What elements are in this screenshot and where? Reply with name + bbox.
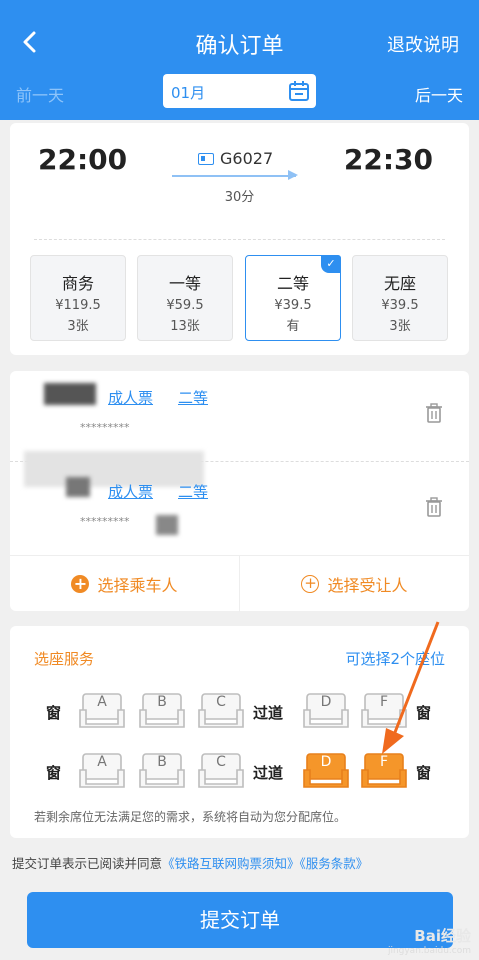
passenger-seat-class[interactable]: 二等 bbox=[178, 387, 208, 408]
watermark-url: jingyan.baidu.com bbox=[387, 946, 471, 956]
seat-row: 窗 A B C D F 过道 窗 bbox=[10, 690, 469, 734]
ticket-type-link[interactable]: 成人票 bbox=[108, 481, 153, 502]
seat-class-first[interactable]: 一等 ¥59.5 13张 bbox=[137, 255, 233, 341]
seat-hint: 若剩余席位无法满足您的需求，系统将自动为您分配席位。 bbox=[34, 810, 347, 824]
seat-letter: F bbox=[379, 694, 389, 710]
ticket-notice-link[interactable]: 《铁路互联网购票须知》 bbox=[162, 856, 300, 871]
route-arrow bbox=[172, 170, 298, 180]
select-passenger-button[interactable]: + 选择乘车人 bbox=[10, 556, 239, 612]
check-icon: ✓ bbox=[321, 255, 341, 273]
seat-selection-card: 选座服务 可选择2个座位 窗 A B C D F 过道窗窗 A B C D F 过道窗 若剩余席位无法满… bbox=[10, 626, 469, 838]
seat-c[interactable]: C bbox=[197, 690, 245, 730]
seat-class-count: 3张 bbox=[389, 319, 411, 334]
seat-f-selected[interactable]: F bbox=[360, 750, 408, 790]
seat-limit-text: 可选择2个座位 bbox=[345, 650, 445, 668]
seat-class-name: 商务 bbox=[61, 274, 94, 293]
departure-time: 22:00 bbox=[38, 143, 128, 176]
seat-c[interactable]: C bbox=[197, 750, 245, 790]
plus-icon: + bbox=[71, 575, 90, 593]
passenger-row: 成人票 二等 ********* bbox=[10, 371, 469, 461]
window-label: 窗 bbox=[46, 764, 62, 782]
seat-letter: C bbox=[216, 754, 226, 770]
trash-icon[interactable] bbox=[425, 403, 443, 423]
refund-rules-link[interactable]: 退改说明 bbox=[387, 31, 459, 57]
date-picker[interactable]: 01月 bbox=[163, 74, 316, 108]
select-beneficiary-label: 选择受让人 bbox=[327, 576, 408, 595]
seat-a[interactable]: A bbox=[78, 690, 126, 730]
duration: 30分 bbox=[224, 190, 255, 205]
seat-class-price: ¥119.5 bbox=[55, 298, 101, 313]
id-redacted bbox=[156, 515, 178, 535]
seat-class-price: ¥59.5 bbox=[166, 298, 204, 313]
seat-class-name: 无座 bbox=[383, 274, 416, 293]
seat-b[interactable]: B bbox=[138, 750, 186, 790]
seat-class-price: ¥39.5 bbox=[274, 298, 312, 313]
terms-link[interactable]: 《服务条款》 bbox=[300, 856, 369, 871]
divider bbox=[34, 239, 445, 240]
window-label: 窗 bbox=[46, 704, 62, 722]
aisle-label: 过道 bbox=[253, 704, 284, 722]
seat-letter: C bbox=[216, 694, 226, 710]
seat-class-second[interactable]: ✓ 二等 ¥39.5 有 bbox=[245, 255, 341, 341]
plus-circle-icon: + bbox=[301, 575, 320, 593]
seat-class-count: 3张 bbox=[67, 319, 89, 334]
select-beneficiary-button[interactable]: + 选择受让人 bbox=[240, 556, 469, 612]
seat-class-name: 二等 bbox=[276, 274, 309, 293]
select-passenger-label: 选择乘车人 bbox=[97, 576, 178, 595]
trash-icon[interactable] bbox=[425, 497, 443, 517]
passenger-card: 成人票 二等 ********* 成人票 二等 ********* + 选择乘车… bbox=[10, 371, 469, 612]
arrival-time: 22:30 bbox=[343, 143, 433, 176]
seat-letter: D bbox=[320, 694, 332, 710]
id-number: ********* bbox=[80, 421, 130, 434]
watermark-brand: Bai经验 bbox=[414, 927, 471, 945]
seat-letter: F bbox=[379, 754, 389, 770]
seat-d-selected[interactable]: D bbox=[302, 750, 350, 790]
ticket-type-link[interactable]: 成人票 bbox=[108, 387, 153, 408]
window-label: 窗 bbox=[416, 704, 432, 722]
header: 确认订单 退改说明 前一天 01月 后一天 bbox=[0, 0, 479, 120]
seat-letter: A bbox=[97, 694, 107, 710]
next-day-button[interactable]: 后一天 bbox=[415, 82, 463, 106]
calendar-icon[interactable] bbox=[288, 80, 310, 102]
seat-row: 窗 A B C D F 过道 窗 bbox=[10, 750, 469, 794]
seat-class-count: 有 bbox=[286, 319, 300, 334]
name-redacted bbox=[66, 477, 90, 497]
seat-letter: A bbox=[97, 754, 107, 770]
seat-b[interactable]: B bbox=[138, 690, 186, 730]
name-redacted bbox=[44, 383, 96, 405]
aisle-label: 过道 bbox=[253, 764, 284, 782]
seat-letter: B bbox=[157, 694, 167, 710]
train-number-text: G6027 bbox=[220, 149, 274, 168]
seat-f[interactable]: F bbox=[360, 690, 408, 730]
prev-day-button[interactable]: 前一天 bbox=[16, 82, 64, 106]
agreement-prefix: 提交订单表示已阅读并同意 bbox=[12, 856, 163, 871]
seat-class-price: ¥39.5 bbox=[381, 298, 419, 313]
seat-a[interactable]: A bbox=[78, 750, 126, 790]
page-body: 22:00 G6027 30分 22:30 商务 ¥119.5 3张 一等 ¥5… bbox=[0, 120, 479, 960]
agreement-text: 提交订单表示已阅读并同意《铁路互联网购票须知》《服务条款》 bbox=[12, 853, 368, 872]
train-card-icon bbox=[198, 152, 214, 165]
seat-class-business[interactable]: 商务 ¥119.5 3张 bbox=[30, 255, 126, 341]
date-text: 01月 bbox=[171, 84, 206, 102]
passenger-actions: + 选择乘车人 + 选择受让人 bbox=[10, 555, 469, 612]
seat-d[interactable]: D bbox=[302, 690, 350, 730]
seat-letter: D bbox=[320, 754, 332, 770]
window-label: 窗 bbox=[416, 764, 432, 782]
watermark: Bai经验 jingyan.baidu.com bbox=[388, 925, 471, 956]
seat-class-name: 一等 bbox=[168, 274, 201, 293]
train-number[interactable]: G6027 bbox=[198, 149, 273, 168]
seat-class-standing[interactable]: 无座 ¥39.5 3张 bbox=[352, 255, 448, 341]
train-info-card: 22:00 G6027 30分 22:30 商务 ¥119.5 3张 一等 ¥5… bbox=[10, 123, 469, 355]
passenger-row: 成人票 二等 ********* bbox=[10, 451, 469, 553]
seat-service-title: 选座服务 bbox=[34, 650, 95, 668]
passenger-seat-class[interactable]: 二等 bbox=[178, 481, 208, 502]
id-number: ********* bbox=[80, 515, 130, 528]
seat-letter: B bbox=[157, 754, 167, 770]
seat-class-count: 13张 bbox=[170, 319, 200, 334]
